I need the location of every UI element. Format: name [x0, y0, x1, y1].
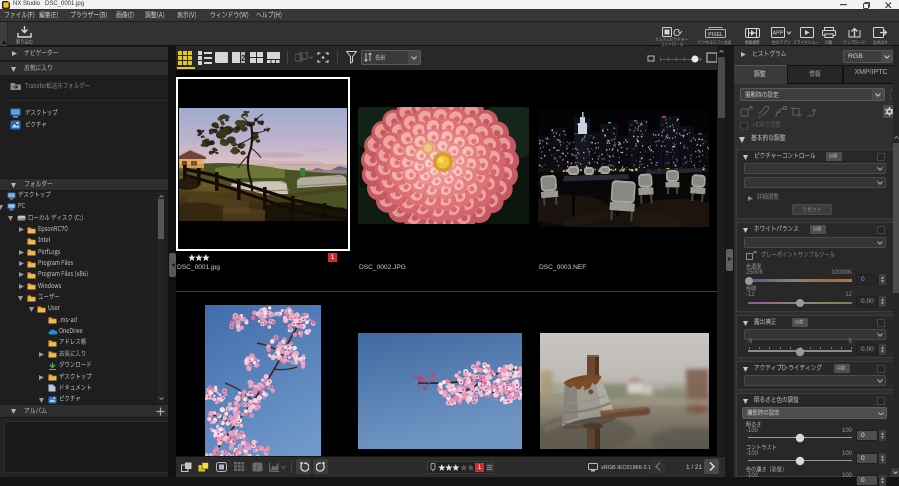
svg-text:APP: APP	[773, 31, 784, 37]
svg-text:PIXEL: PIXEL	[708, 32, 723, 38]
svg-text:i: i	[256, 464, 258, 472]
svg-text:2: 2	[241, 54, 245, 63]
